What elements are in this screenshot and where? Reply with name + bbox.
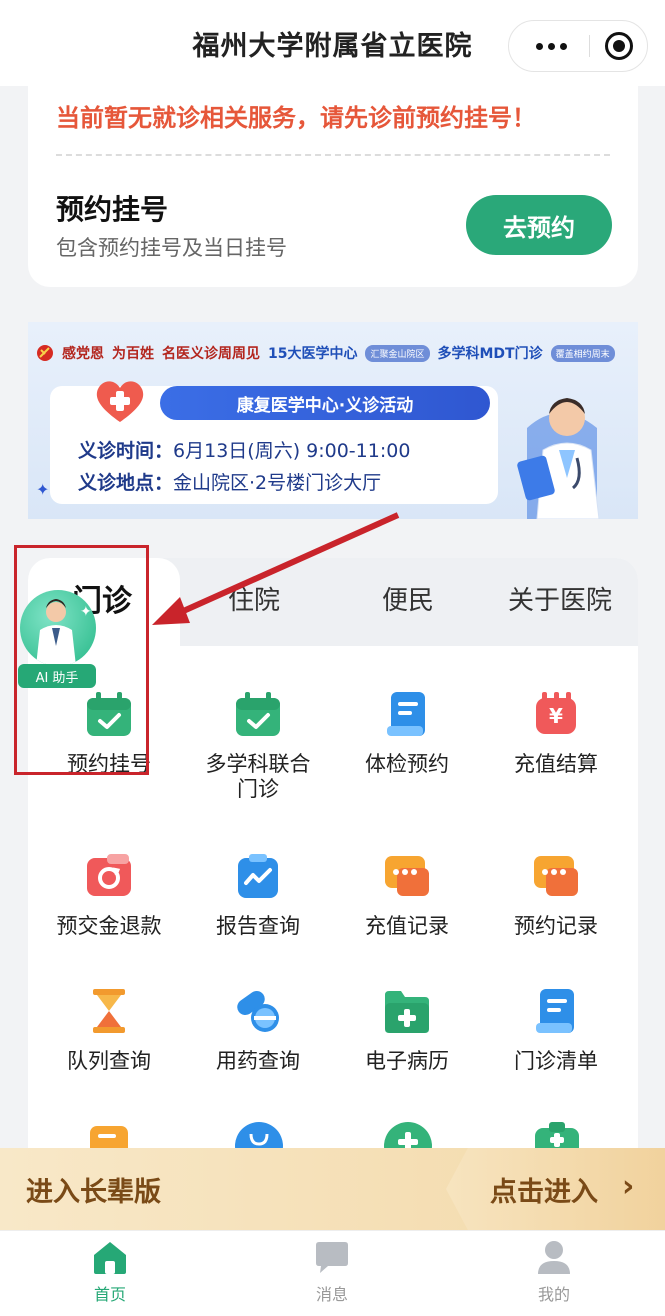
capsule-divider	[589, 35, 590, 57]
stethoscope-icon	[235, 1122, 283, 1150]
service-deposit-refund[interactable]: 预交金退款	[33, 850, 185, 939]
report-clipboard-icon	[232, 850, 284, 902]
service-label: 预约记录	[514, 914, 598, 938]
event-place-label: 义诊地点：	[78, 472, 174, 494]
elder-mode-label: 进入长辈版	[26, 1177, 161, 1208]
service-label: 充值记录	[365, 914, 449, 938]
elder-mode-bar[interactable]: 进入长辈版 点击进入 ›	[0, 1148, 665, 1230]
service-label: 门诊清单	[514, 1049, 598, 1073]
service-label: 用药查询	[216, 1049, 300, 1073]
event-place-row: 义诊地点：金山院区·2号楼门诊大厅	[78, 468, 381, 495]
slogan-3: 名医义诊周周见	[162, 346, 260, 362]
event-title: 康复医学中心·义诊活动	[160, 386, 490, 420]
title-bar: 福州大学附属省立医院	[0, 0, 665, 86]
nav-profile[interactable]: 我的	[494, 1237, 614, 1305]
slogan-2: 为百姓	[112, 346, 154, 362]
annotation-arrow	[152, 512, 400, 625]
service-label: 多学科联合门诊	[205, 752, 311, 801]
document-icon	[381, 688, 433, 740]
nav-label: 我的	[537, 1285, 570, 1304]
more-options-icon[interactable]	[521, 21, 581, 71]
service-label: 预交金退款	[56, 914, 162, 938]
service-outpatient-list[interactable]: 门诊清单	[480, 985, 632, 1074]
event-time-label: 义诊时间：	[78, 440, 174, 462]
tab-about-hospital[interactable]: 关于医院	[508, 580, 612, 617]
doctor-illustration	[517, 398, 600, 519]
service-appointment-records[interactable]: 预约记录	[480, 850, 632, 939]
heart-plus-icon	[96, 381, 144, 422]
medical-kit-icon	[535, 1122, 579, 1150]
service-mdt-clinic[interactable]: 多学科联合门诊	[182, 688, 334, 802]
svg-text:¥: ¥	[549, 704, 563, 728]
sparkle-icon: ✦	[474, 408, 485, 422]
medical-folder-icon	[381, 985, 433, 1037]
calendar-check-icon	[232, 688, 284, 740]
chevron-right-icon: ›	[622, 1169, 635, 1204]
hourglass-icon	[83, 985, 135, 1037]
event-time-row: 义诊时间：6月13日(周六) 9:00-11:00	[78, 436, 410, 463]
service-label: 队列查询	[67, 1049, 151, 1073]
service-label: 电子病历	[365, 1049, 449, 1073]
banner-slogan-strip: 感党恩 为百姓 名医义诊周周见 15大医学中心 汇聚金山院区 多学科MDT门诊 …	[28, 336, 638, 370]
service-recharge-settlement[interactable]: ¥ 充值结算	[480, 688, 632, 777]
slogan-5: 多学科MDT门诊	[437, 346, 543, 362]
event-place-value: 金山院区·2号楼门诊大厅	[173, 472, 382, 494]
slogan-pill-1: 汇聚金山院区	[365, 344, 430, 362]
nav-messages[interactable]: 消息	[272, 1237, 392, 1305]
service-recharge-records[interactable]: 充值记录	[331, 850, 483, 939]
user-icon	[534, 1237, 574, 1277]
add-circle-icon	[384, 1122, 432, 1150]
yuan-payment-icon: ¥	[530, 688, 582, 740]
no-service-notice: 当前暂无就诊相关服务，请先诊前预约挂号！	[56, 104, 536, 132]
slogan-pill-2: 覆盖相约周末	[550, 344, 615, 362]
message-icon	[312, 1237, 352, 1277]
service-label: 体检预约	[365, 752, 449, 776]
sparkle-icon: ✦	[36, 480, 50, 499]
service-label: 报告查询	[216, 914, 300, 938]
service-queue-query[interactable]: 队列查询	[33, 985, 185, 1074]
nav-label: 首页	[93, 1285, 126, 1304]
nav-home[interactable]: 首页	[50, 1237, 170, 1305]
chat-bubble-icon	[381, 850, 433, 902]
mini-program-capsule	[508, 20, 648, 72]
dashed-divider	[56, 154, 610, 156]
registration-title: 预约挂号	[56, 193, 169, 226]
slogan-4: 15大医学中心	[268, 346, 358, 362]
party-emblem-icon	[37, 345, 53, 361]
slogan-1: 感党恩	[62, 346, 104, 362]
go-register-button[interactable]: 去预约	[466, 195, 612, 255]
home-icon	[90, 1237, 130, 1277]
nav-label: 消息	[315, 1285, 348, 1304]
bottom-navigation: 首页 消息 我的	[0, 1230, 665, 1316]
registration-subtitle: 包含预约挂号及当日挂号	[56, 236, 287, 260]
chat-bubble-icon	[530, 850, 582, 902]
pill-icon	[232, 985, 284, 1037]
annotation-highlight-box	[14, 545, 149, 775]
refund-wallet-icon	[83, 850, 135, 902]
elder-mode-enter-button[interactable]: 点击进入	[490, 1170, 598, 1209]
service-report-query[interactable]: 报告查询	[182, 850, 334, 939]
appointment-notice-card: 当前暂无就诊相关服务，请先诊前预约挂号！ 预约挂号 包含预约挂号及当日挂号 去预…	[28, 80, 638, 287]
service-medication-query[interactable]: 用药查询	[182, 985, 334, 1074]
service-electronic-records[interactable]: 电子病历	[331, 985, 483, 1074]
service-label: 充值结算	[514, 752, 598, 776]
list-document-icon	[530, 985, 582, 1037]
service-physical-exam[interactable]: 体检预约	[331, 688, 483, 777]
close-target-icon[interactable]	[605, 32, 633, 60]
event-time-value: 6月13日(周六) 9:00-11:00	[173, 440, 411, 462]
